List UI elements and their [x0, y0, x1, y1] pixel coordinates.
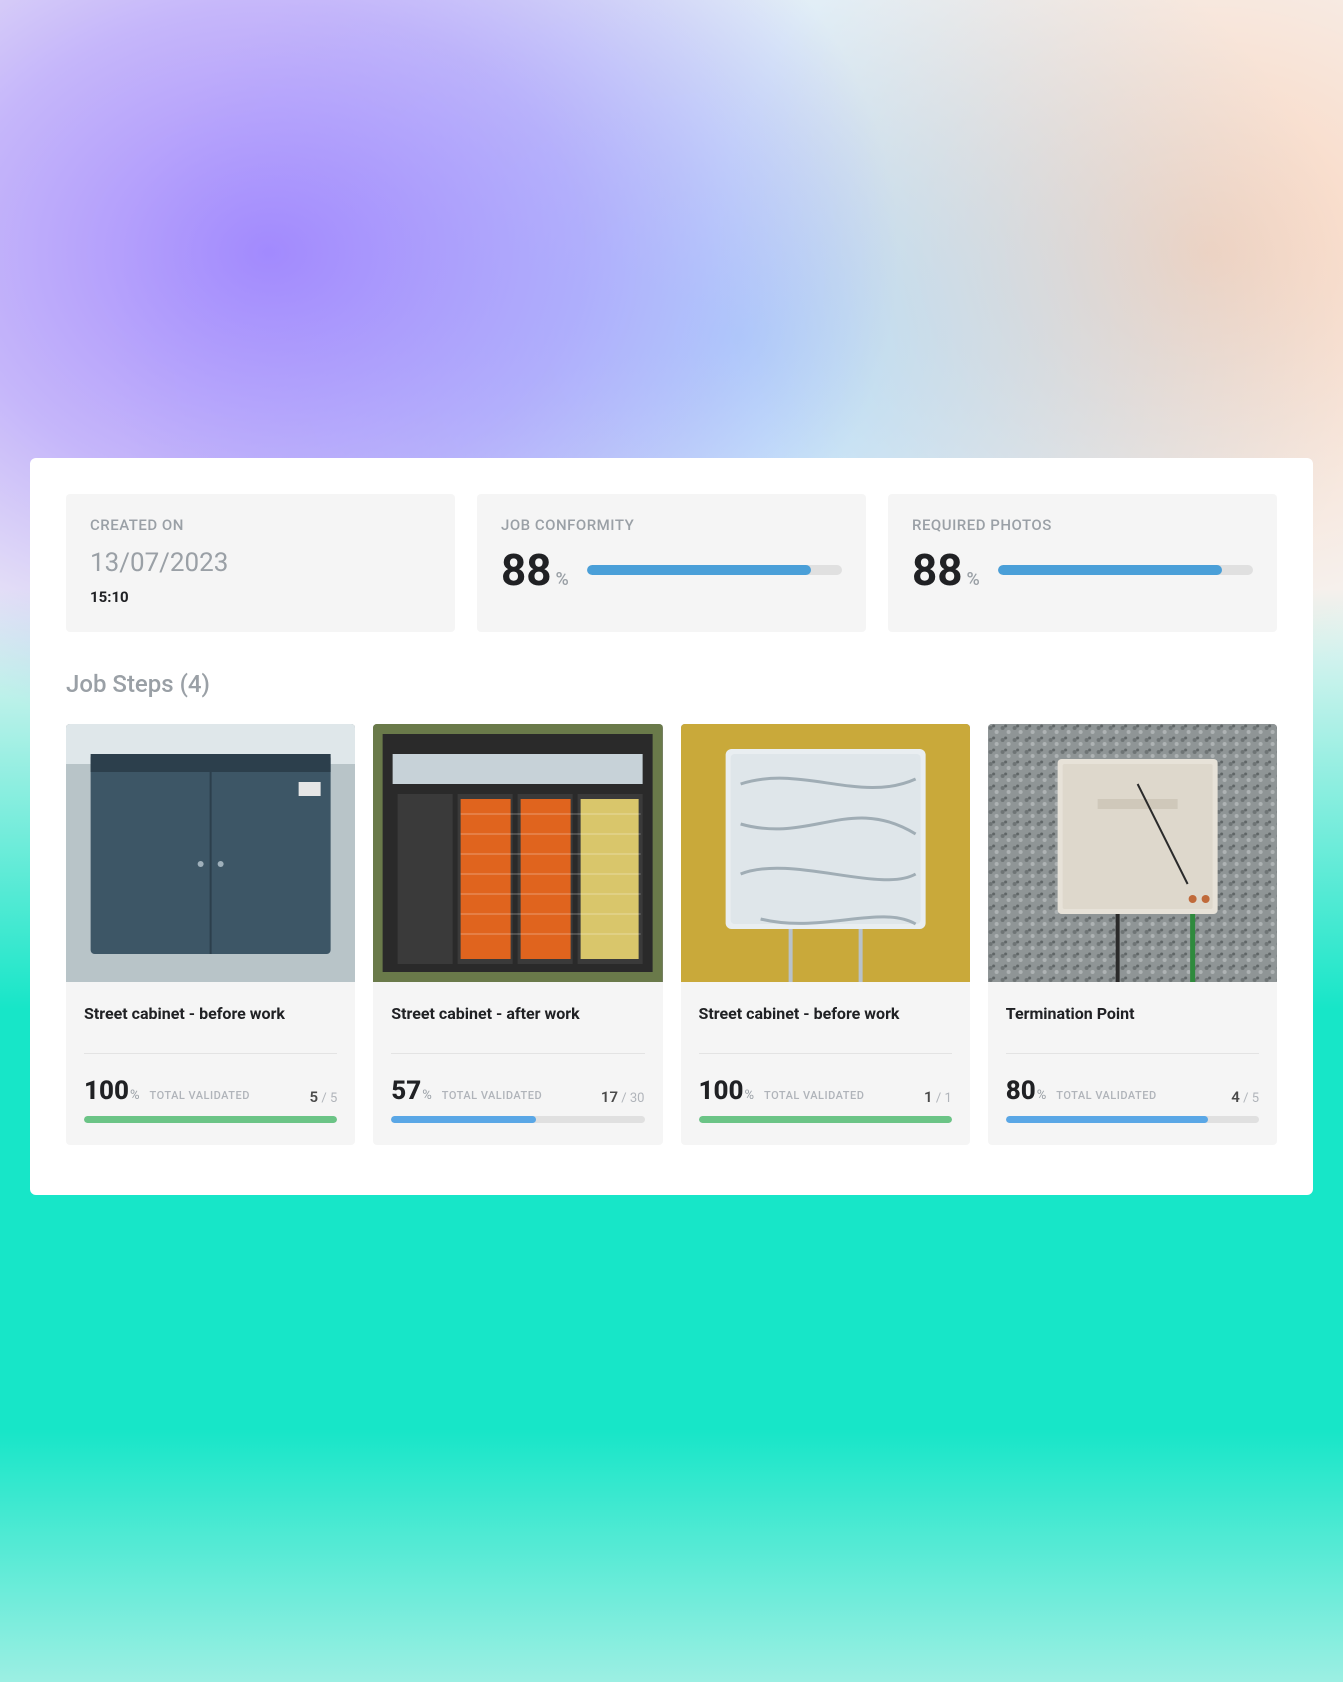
- step-progress-fill: [1006, 1116, 1209, 1123]
- photos-progress-fill: [998, 565, 1223, 575]
- photos-value: 88: [912, 544, 963, 596]
- step-percent-value: 100: [84, 1076, 129, 1106]
- pct-symbol: %: [556, 569, 569, 590]
- conformity-progress-fill: [587, 565, 812, 575]
- divider: [84, 1053, 337, 1054]
- pct-symbol: %: [967, 569, 980, 590]
- step-percent-value: 57: [391, 1076, 421, 1106]
- divider: [1006, 1053, 1259, 1054]
- total-validated-label: TOTAL VALIDATED: [442, 1089, 542, 1102]
- job-panel: CREATED ON 13/07/2023 15:10 JOB CONFORMI…: [30, 458, 1313, 1195]
- step-progress-bar: [391, 1116, 644, 1123]
- step-count-total: 30: [630, 1091, 645, 1106]
- divider: [391, 1053, 644, 1054]
- step-title: Street cabinet - after work: [391, 1004, 644, 1023]
- metric-label-created: CREATED ON: [90, 516, 431, 534]
- step-count: 17 / 30: [601, 1088, 645, 1106]
- step-thumbnail: [66, 724, 355, 982]
- step-count-total: 5: [330, 1091, 337, 1106]
- step-thumbnail: [681, 724, 970, 982]
- conformity-value-wrap: 88%: [501, 548, 569, 592]
- step-thumbnail: [988, 724, 1277, 982]
- step-card[interactable]: Street cabinet - after work 57% TOTAL VA…: [373, 724, 662, 1145]
- metric-label-conformity: JOB CONFORMITY: [501, 516, 842, 534]
- step-count-done: 4: [1231, 1088, 1240, 1106]
- step-count: 5 / 5: [310, 1088, 338, 1106]
- step-progress-fill: [84, 1116, 337, 1123]
- photos-progress-bar: [998, 565, 1253, 575]
- step-progress-bar: [1006, 1116, 1259, 1123]
- step-count-done: 5: [310, 1088, 319, 1106]
- metric-card-created: CREATED ON 13/07/2023 15:10: [66, 494, 455, 632]
- step-percent-value: 80: [1006, 1076, 1036, 1106]
- total-validated-label: TOTAL VALIDATED: [764, 1089, 864, 1102]
- step-count-total: 1: [944, 1091, 951, 1106]
- step-card[interactable]: Street cabinet - before work 100% TOTAL …: [66, 724, 355, 1145]
- step-count-done: 1: [924, 1088, 933, 1106]
- created-date: 13/07/2023: [90, 548, 431, 578]
- step-percent-value: 100: [699, 1076, 744, 1106]
- divider: [699, 1053, 952, 1054]
- step-card[interactable]: Street cabinet - before work 100% TOTAL …: [681, 724, 970, 1145]
- metric-label-photos: REQUIRED PHOTOS: [912, 516, 1253, 534]
- step-title: Street cabinet - before work: [699, 1004, 952, 1023]
- total-validated-label: TOTAL VALIDATED: [1056, 1089, 1156, 1102]
- step-title: Termination Point: [1006, 1004, 1259, 1023]
- step-thumbnail: [373, 724, 662, 982]
- step-progress-bar: [84, 1116, 337, 1123]
- metric-card-conformity: JOB CONFORMITY 88%: [477, 494, 866, 632]
- step-progress-fill: [391, 1116, 535, 1123]
- section-heading-job-steps: Job Steps (4): [66, 670, 1277, 698]
- pct-symbol: %: [1037, 1088, 1047, 1103]
- step-count: 4 / 5: [1231, 1088, 1259, 1106]
- total-validated-label: TOTAL VALIDATED: [150, 1089, 250, 1102]
- metric-card-photos: REQUIRED PHOTOS 88%: [888, 494, 1277, 632]
- step-progress-fill: [699, 1116, 952, 1123]
- step-count: 1 / 1: [924, 1088, 952, 1106]
- step-count-total: 5: [1252, 1091, 1259, 1106]
- pct-symbol: %: [744, 1088, 754, 1103]
- conformity-progress-bar: [587, 565, 842, 575]
- step-count-done: 17: [601, 1088, 618, 1106]
- step-title: Street cabinet - before work: [84, 1004, 337, 1023]
- photos-value-wrap: 88%: [912, 548, 980, 592]
- steps-row: Street cabinet - before work 100% TOTAL …: [66, 724, 1277, 1145]
- pct-symbol: %: [130, 1088, 140, 1103]
- step-card[interactable]: Termination Point 80% TOTAL VALIDATED 4 …: [988, 724, 1277, 1145]
- metrics-row: CREATED ON 13/07/2023 15:10 JOB CONFORMI…: [66, 494, 1277, 632]
- step-progress-bar: [699, 1116, 952, 1123]
- created-time: 15:10: [90, 588, 431, 606]
- conformity-value: 88: [501, 544, 552, 596]
- pct-symbol: %: [422, 1088, 432, 1103]
